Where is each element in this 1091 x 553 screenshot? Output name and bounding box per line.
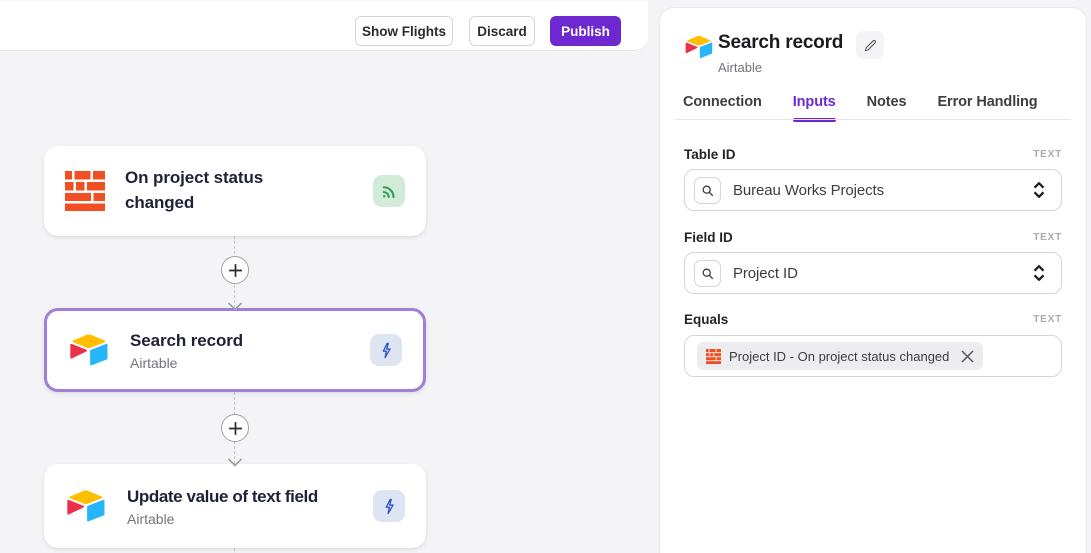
- airtable-icon: [67, 490, 105, 522]
- field-label-row: Table ID TEXT: [684, 147, 1062, 162]
- table-id-input[interactable]: Bureau Works Projects: [684, 169, 1062, 211]
- equals-input[interactable]: Project ID - On project status changed: [684, 335, 1062, 377]
- rss-trigger-icon: [382, 186, 395, 199]
- arrow-down-icon: [227, 454, 243, 472]
- arrow-down-icon: [227, 298, 243, 316]
- tab-error-handling[interactable]: Error Handling: [937, 94, 1037, 122]
- table-id-value: Bureau Works Projects: [733, 181, 885, 199]
- step-config-panel: Search record Airtable Connection Inputs…: [660, 8, 1086, 553]
- brick-wall-icon: [65, 171, 105, 211]
- plus-icon: [228, 421, 242, 435]
- show-flights-button[interactable]: Show Flights: [355, 16, 453, 46]
- field-id-value: Project ID: [733, 264, 798, 282]
- field-label-table-id: Table ID: [684, 147, 736, 162]
- field-label-equals: Equals: [684, 312, 729, 327]
- workflow-node-update-field[interactable]: Update value of text field Airtable: [44, 464, 426, 548]
- node-subtitle: Airtable: [127, 510, 175, 527]
- field-type-badge: TEXT: [1033, 314, 1062, 325]
- edit-title-button[interactable]: [856, 31, 884, 59]
- search-icon-box: [694, 259, 721, 287]
- search-icon-box: [694, 176, 721, 204]
- node-text: Search record Airtable: [130, 329, 243, 371]
- panel-subtitle: Airtable: [718, 60, 763, 75]
- node-title: Update value of text field: [127, 487, 318, 507]
- chip-remove-button[interactable]: [961, 349, 974, 363]
- field-type-badge: TEXT: [1033, 232, 1062, 243]
- node-text: On project status changed: [125, 166, 310, 215]
- close-icon: [961, 349, 974, 363]
- connector-line: [234, 548, 235, 553]
- value-stepper[interactable]: [1032, 181, 1046, 199]
- node-title: On project status changed: [125, 168, 264, 212]
- tab-inputs[interactable]: Inputs: [792, 94, 836, 122]
- node-text: Update value of text field Airtable: [127, 485, 318, 527]
- workflow-node-trigger[interactable]: On project status changed: [44, 146, 426, 236]
- trigger-badge: [373, 175, 405, 207]
- chevron-up-down-icon: [1033, 182, 1045, 198]
- node-title: Search record: [130, 331, 244, 351]
- field-id-input[interactable]: Project ID: [684, 252, 1062, 294]
- action-badge: [373, 490, 405, 522]
- node-subtitle: Airtable: [130, 354, 178, 371]
- lightning-action-icon: [382, 342, 391, 358]
- value-stepper[interactable]: [1032, 264, 1046, 282]
- tab-notes[interactable]: Notes: [867, 94, 907, 122]
- airtable-icon: [70, 334, 108, 366]
- add-step-button[interactable]: [221, 256, 249, 284]
- search-icon: [702, 185, 714, 196]
- action-badge: [370, 334, 402, 366]
- add-step-button[interactable]: [221, 414, 249, 442]
- variable-chip[interactable]: Project ID - On project status changed: [697, 342, 984, 370]
- panel-tabs: Connection Inputs Notes Error Handling: [683, 94, 1038, 122]
- chevron-up-down-icon: [1033, 265, 1045, 281]
- brick-wall-icon: [706, 348, 721, 364]
- search-icon: [702, 268, 714, 279]
- publish-button[interactable]: Publish: [550, 16, 621, 46]
- pencil-icon: [864, 39, 876, 51]
- tab-connection[interactable]: Connection: [683, 94, 762, 122]
- tabs-divider: [675, 119, 1071, 120]
- field-type-badge: TEXT: [1033, 149, 1062, 160]
- field-label-field-id: Field ID: [684, 230, 733, 245]
- lightning-action-icon: [385, 498, 394, 514]
- workflow-node-search-record[interactable]: Search record Airtable: [44, 308, 426, 392]
- airtable-icon: [685, 35, 713, 59]
- discard-button[interactable]: Discard: [469, 16, 535, 46]
- field-label-row: Field ID TEXT: [684, 230, 1062, 245]
- chip-label: Project ID - On project status changed: [729, 348, 950, 364]
- field-label-row: Equals TEXT: [684, 312, 1062, 327]
- workflow-canvas: On project status changed Search record …: [0, 51, 648, 553]
- plus-icon: [228, 263, 242, 277]
- panel-title: Search record: [718, 32, 844, 53]
- top-toolbar: Show Flights Discard Publish: [0, 0, 648, 51]
